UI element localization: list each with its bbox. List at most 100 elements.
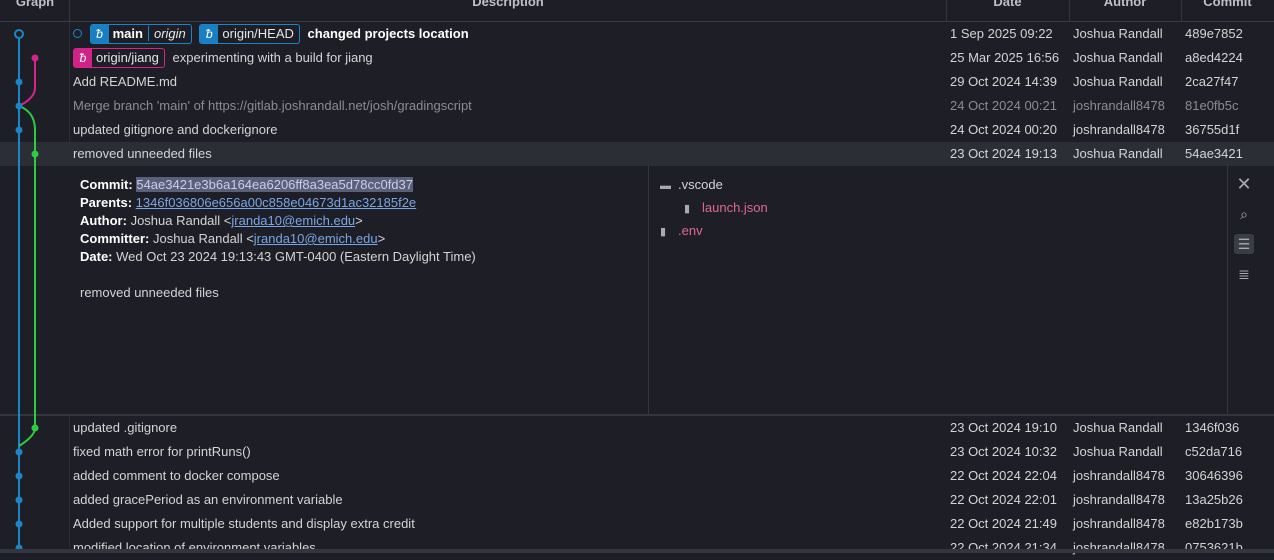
commit-full-message: removed unneeded files	[80, 285, 219, 300]
commit-date: 22 Oct 2024 22:04	[950, 468, 1057, 483]
graph-lane-merge	[18, 105, 36, 447]
commit-node-icon	[31, 54, 39, 62]
commit-message: updated gitignore and dockerignore	[73, 122, 278, 137]
commit-message: changed projects location	[307, 26, 469, 41]
panel-divider[interactable]	[648, 166, 649, 414]
file-icon: ▮	[660, 226, 667, 238]
commit-node-icon	[31, 150, 39, 158]
file-tree-file[interactable]: ▮ launch.json	[660, 197, 768, 220]
commit-row[interactable]: added gracePeriod as an environment vari…	[0, 488, 1274, 512]
search-icon[interactable]: ⌕	[1234, 204, 1254, 224]
author-column-header[interactable]: Author	[1069, 0, 1181, 14]
commit-sha[interactable]: 54ae3421e3b6a164ea6206ff8a3ea5d78cc0fd37	[136, 177, 413, 192]
committer-email-link[interactable]: jranda10@emich.edu	[254, 231, 378, 246]
folder-icon: ▬	[660, 180, 671, 192]
commit-hash: e82b173b	[1185, 516, 1243, 531]
commit-row[interactable]: updated .gitignore 23 Oct 2024 19:10 Jos…	[0, 416, 1274, 440]
committer-name: Joshua Randall <	[152, 231, 254, 246]
commit-author: Joshua Randall	[1073, 26, 1163, 41]
commit-author: joshrandall8478	[1073, 98, 1165, 113]
author-label: Author:	[80, 213, 127, 228]
commit-date: 24 Oct 2024 00:21	[950, 98, 1057, 113]
commit-hash: 13a25b26	[1185, 492, 1243, 507]
commit-node-icon	[14, 29, 24, 39]
branch-icon: ᵬ	[74, 48, 92, 67]
commit-hash: 0753621b	[1185, 540, 1243, 555]
close-icon[interactable]: ✕	[1234, 174, 1254, 194]
commit-hash: 1346f036	[1185, 420, 1240, 435]
commit-row[interactable]: ᵬ main origin ᵬ origin/HEAD changed project…	[0, 22, 1274, 46]
commit-hash: 2ca27f47	[1185, 74, 1239, 89]
commit-column-header[interactable]: Commit	[1181, 0, 1274, 14]
branch-ref-main[interactable]: ᵬ main origin	[89, 23, 192, 44]
head-marker-icon	[73, 29, 82, 39]
commit-author: Joshua Randall	[1073, 146, 1163, 161]
commit-row[interactable]: updated gitignore and dockerignore 24 Oc…	[0, 118, 1274, 142]
commit-node-icon	[31, 424, 39, 432]
commit-date: 24 Oct 2024 00:20	[950, 122, 1057, 137]
commit-message: added comment to docker compose	[73, 468, 280, 483]
commit-hash: 54ae3421	[1185, 146, 1243, 161]
commit-hash: c52da716	[1185, 444, 1243, 459]
commit-author: Joshua Randall	[1073, 420, 1163, 435]
commit-label: Commit:	[80, 177, 133, 192]
commit-hash: 36755d1f	[1185, 122, 1240, 137]
commit-date: 22 Oct 2024 21:49	[950, 516, 1057, 531]
committer-email-end: >	[377, 231, 386, 246]
commit-row[interactable]: added comment to docker compose 22 Oct 2…	[0, 464, 1274, 488]
parent-sha-link[interactable]: 1346f036806e656a00c858e04673d1ac32185f2e	[136, 195, 417, 210]
description-column-header[interactable]: Description	[70, 0, 946, 14]
commit-node-icon	[15, 520, 23, 528]
commit-row[interactable]: modified location of environment variabl…	[0, 536, 1274, 560]
commit-node-icon	[15, 448, 23, 456]
commit-node-icon	[15, 126, 23, 134]
commit-node-icon	[15, 78, 23, 86]
commit-date: 1 Sep 2025 09:22	[950, 26, 1053, 41]
changed-files-tree: ▬ .vscode ▮ launch.json ▮ .env	[660, 174, 768, 243]
file-tree-folder[interactable]: ▬ .vscode	[660, 174, 768, 197]
branch-ref-origin-jiang[interactable]: ᵬ origin/jiang	[73, 47, 165, 68]
commit-message: updated .gitignore	[73, 420, 178, 435]
commit-author: Joshua Randall	[1073, 444, 1163, 459]
horizontal-scrollbar[interactable]	[0, 549, 1274, 553]
commit-hash: 30646396	[1185, 468, 1243, 483]
file-name: .env	[678, 223, 703, 238]
commit-author: Joshua Randall	[1073, 50, 1163, 65]
panel-divider	[1227, 166, 1228, 414]
folder-name: .vscode	[678, 177, 723, 192]
commit-hash: 489e7852	[1185, 26, 1243, 41]
commit-date: 23 Oct 2024 19:13	[950, 146, 1057, 161]
branch-icon: ᵬ	[90, 24, 109, 43]
tree-view-icon[interactable]: ☰	[1234, 234, 1254, 254]
commit-date: 22 Oct 2024 21:34	[950, 540, 1057, 555]
details-toolbar: ✕ ⌕ ☰ ≣	[1234, 174, 1254, 294]
parents-label: Parents:	[80, 195, 133, 210]
commit-date: 25 Mar 2025 16:56	[950, 50, 1060, 65]
commit-author: joshrandall8478	[1073, 516, 1165, 531]
commit-row[interactable]: Merge branch 'main' of https://gitlab.jo…	[0, 94, 1274, 118]
commit-hash: a8ed4224	[1185, 50, 1243, 65]
file-tree-file[interactable]: ▮ .env	[660, 220, 768, 243]
list-view-icon[interactable]: ≣	[1234, 264, 1254, 284]
commit-message: modified location of environment variabl…	[73, 540, 316, 555]
date-column-header[interactable]: Date	[946, 0, 1069, 14]
commit-author: Joshua Randall	[1073, 74, 1163, 89]
commit-row[interactable]: ᵬ origin/jiang experimenting with a build…	[0, 46, 1274, 70]
author-email-link[interactable]: jranda10@emich.edu	[231, 213, 355, 228]
author-name: Joshua Randall <	[130, 213, 232, 228]
commit-message: experimenting with a build for jiang	[172, 50, 373, 65]
commit-row[interactable]: Added support for multiple students and …	[0, 512, 1274, 536]
branch-icon: ᵬ	[200, 24, 219, 43]
commit-description: ᵬ origin/jiang experimenting with a build…	[73, 46, 373, 70]
author-email-end: >	[355, 213, 363, 228]
commit-author: joshrandall8478	[1073, 540, 1165, 555]
file-icon: ▮	[684, 203, 691, 215]
commit-row[interactable]: fixed math error for printRuns() 23 Oct …	[0, 440, 1274, 464]
commit-row[interactable]: Add README.md 29 Oct 2024 14:39 Joshua R…	[0, 70, 1274, 94]
commit-author: joshrandall8478	[1073, 468, 1165, 483]
commit-author: joshrandall8478	[1073, 492, 1165, 507]
commit-row-selected[interactable]: removed unneeded files 23 Oct 2024 19:13…	[0, 142, 1274, 166]
branch-ref-origin-head[interactable]: ᵬ origin/HEAD	[199, 23, 300, 44]
commit-message: fixed math error for printRuns()	[73, 444, 251, 459]
commit-description: ᵬ main origin ᵬ origin/HEAD changed project…	[73, 22, 469, 46]
